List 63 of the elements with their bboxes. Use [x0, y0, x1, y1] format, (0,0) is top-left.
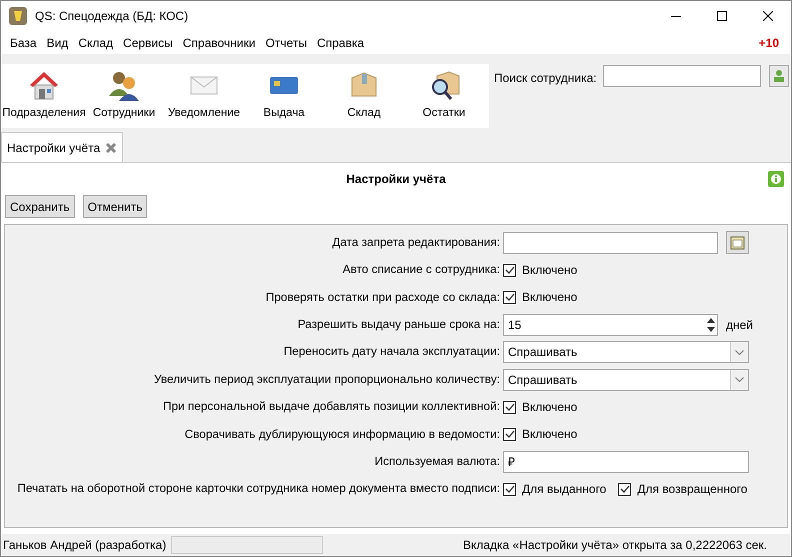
checkbox[interactable] — [503, 400, 516, 414]
setting-label: Сворачивать дублирующуюся информацию в ведомости: — [184, 426, 501, 443]
status-message: Вкладка «Настройки учёта» открыта за 0,2222063 сек. — [462, 537, 767, 554]
calendar-button[interactable] — [726, 231, 749, 254]
dropdown[interactable]: Спрашивать — [503, 368, 749, 391]
toolbar-button[interactable]: Подразделения — [4, 68, 84, 122]
toolbar-button[interactable]: Склад — [324, 68, 404, 122]
menu-item[interactable]: Справочники — [178, 34, 260, 52]
toolbar-button[interactable]: Выдача — [244, 68, 324, 122]
panel-button[interactable]: Сохранить — [5, 195, 75, 218]
search-label: Поиск сотрудника: — [494, 70, 597, 87]
spin-field[interactable]: 15 — [503, 314, 718, 336]
checkbox[interactable] — [503, 264, 516, 277]
checkbox-label: Включено — [522, 262, 578, 280]
checkbox[interactable] — [618, 482, 632, 496]
unit-label: дней — [726, 316, 754, 334]
close-icon — [105, 142, 118, 154]
checkbox[interactable] — [503, 482, 516, 496]
menu-item[interactable]: Справка — [312, 34, 370, 52]
panel-button[interactable]: Отменить — [82, 195, 148, 218]
checkbox-label: Включено — [522, 289, 578, 306]
calendar-icon — [730, 235, 745, 250]
menu-item[interactable]: Склад — [73, 34, 118, 52]
chevron-down-icon — [735, 377, 744, 382]
toolbar-button[interactable]: Сотрудники — [84, 68, 164, 122]
spin-down-icon[interactable] — [707, 326, 715, 333]
maximize-icon — [717, 11, 727, 21]
notification-count: +10 — [758, 34, 779, 52]
setting-label: Увеличить период эксплуатации пропорционально количеству: — [153, 370, 501, 388]
setting-label: Дата запрета редактирования: — [331, 234, 501, 251]
toolbar-button[interactable]: Остатки — [404, 68, 484, 122]
checkbox[interactable] — [503, 428, 516, 441]
chevron-down-icon — [735, 350, 744, 355]
status-user: Ганьков Андрей (разработка) — [3, 537, 166, 554]
setting-label: Разрешить выдачу раньше срока на: — [296, 316, 501, 334]
setting-label: Проверять остатки при расходе со склада: — [264, 288, 501, 306]
person-icon — [772, 69, 785, 83]
setting-label: Переносить дату начала эксплуатации: — [282, 343, 501, 360]
checkbox-label: Для возвращенного — [637, 481, 748, 498]
info-icon — [768, 171, 784, 187]
window-title: QS: Спецодежда (БД: КОС) — [35, 8, 188, 25]
setting-label: Печатать на оборотной стороне карточки сотрудника номер документа вместо подписи: — [16, 480, 501, 498]
close-icon — [763, 11, 773, 21]
date-field[interactable] — [503, 232, 718, 254]
menu-item[interactable]: Вид — [42, 34, 74, 52]
menu-item[interactable]: Отчеты — [260, 34, 312, 52]
checkbox-label: Включено — [522, 426, 578, 444]
menu-item[interactable]: База — [5, 34, 42, 52]
search-field[interactable] — [602, 65, 761, 87]
setting-label: При персональной выдаче добавлять позиции коллективной: — [162, 398, 501, 416]
checkbox[interactable] — [503, 290, 516, 304]
checkbox-label: Включено — [522, 399, 578, 416]
panel-title: Настройки учёта — [346, 171, 446, 188]
setting-label: Используемая валюта: — [374, 452, 501, 470]
checkbox-label: Для выданного — [522, 481, 606, 498]
setting-label: Авто списание с сотрудника: — [342, 261, 501, 278]
spin-up-icon[interactable] — [707, 316, 715, 324]
dropdown[interactable]: Спрашивать — [503, 341, 749, 364]
app-icon — [9, 7, 27, 25]
menu-item[interactable]: Сервисы — [118, 34, 178, 52]
text-field[interactable]: ₽ — [503, 450, 749, 473]
tab[interactable]: Настройки учёта — [1, 132, 124, 162]
toolbar-button[interactable]: Уведомление — [164, 68, 244, 122]
